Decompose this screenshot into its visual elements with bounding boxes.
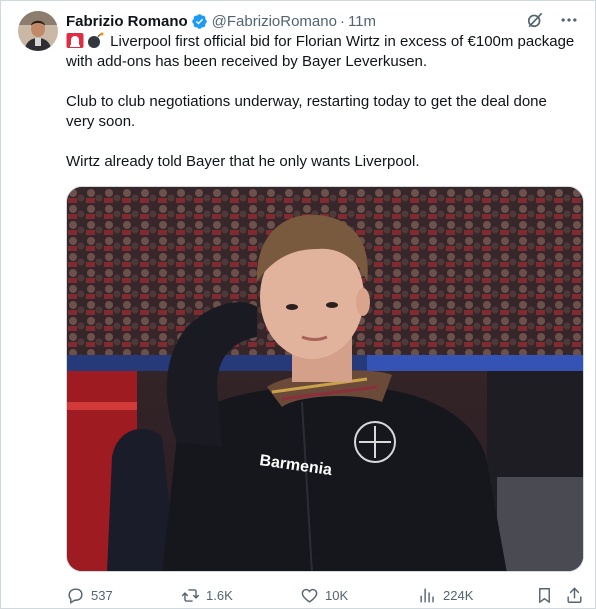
share-button[interactable]	[565, 583, 584, 607]
author-handle[interactable]: @FabrizioRomano	[212, 13, 337, 30]
like-button[interactable]: 10K	[300, 583, 348, 607]
repost-count: 1.6K	[206, 587, 233, 603]
reply-button[interactable]: 537	[66, 583, 113, 607]
siren-emoji	[66, 33, 84, 48]
bookmark-icon	[539, 587, 550, 603]
tweet-header: Fabrizio Romano @FabrizioRomano · 11m	[66, 11, 376, 31]
grok-icon[interactable]	[525, 10, 545, 30]
paragraph-1: Liverpool first official bid for Florian…	[66, 32, 576, 72]
views-count: 224K	[443, 587, 474, 603]
tweet-photo[interactable]: Barmenia	[66, 186, 584, 572]
author-name[interactable]: Fabrizio Romano	[66, 13, 188, 30]
bomb-emoji	[88, 32, 104, 48]
photo-illustration: Barmenia	[67, 187, 583, 571]
reply-count: 537	[91, 587, 113, 603]
tweet-card[interactable]: Fabrizio Romano @FabrizioRomano · 11m Li…	[0, 0, 596, 609]
avatar[interactable]	[18, 11, 58, 51]
paragraph-2: Club to club negotiations underway, rest…	[66, 93, 547, 130]
repost-icon	[181, 588, 200, 602]
like-icon	[301, 588, 318, 603]
paragraph-1-text: Liverpool first official bid for Florian…	[66, 33, 575, 70]
share-icon	[567, 587, 582, 603]
verified-badge-icon	[191, 13, 207, 29]
views-icon	[420, 587, 434, 603]
tweet-top-actions	[525, 10, 579, 30]
timestamp[interactable]: 11m	[348, 13, 376, 30]
paragraph-3: Wirtz already told Bayer that he only wa…	[66, 153, 420, 170]
more-icon[interactable]	[559, 10, 579, 30]
action-bar: 537 1.6K 10K 224K	[66, 583, 586, 607]
tweet-text: Liverpool first official bid for Florian…	[66, 32, 576, 172]
like-count: 10K	[325, 587, 349, 603]
bookmark-button[interactable]	[535, 583, 554, 607]
repost-button[interactable]: 1.6K	[181, 583, 233, 607]
separator-dot: ·	[339, 12, 345, 30]
views-button[interactable]: 224K	[418, 583, 473, 607]
reply-icon	[68, 587, 83, 604]
